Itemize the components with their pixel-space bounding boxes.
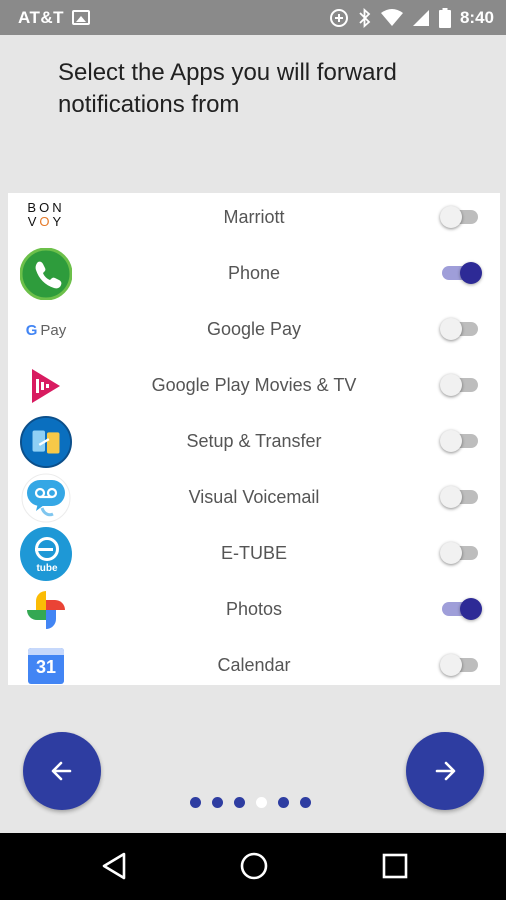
- app-toggle[interactable]: [440, 597, 482, 621]
- page-dot[interactable]: [212, 797, 223, 808]
- etube-icon-label: tube: [36, 563, 58, 574]
- app-list[interactable]: BON VOY Marriott Phone GPay Google Pay: [8, 193, 500, 685]
- page-indicator: [190, 797, 311, 808]
- app-name: Calendar: [217, 654, 291, 675]
- list-item: tube E-TUBE: [8, 525, 500, 581]
- data-saver-icon: [329, 8, 348, 27]
- clock: 8:40: [459, 7, 494, 27]
- next-button[interactable]: [406, 732, 484, 810]
- page-dot[interactable]: [278, 797, 289, 808]
- calendar-icon: 31: [20, 640, 72, 685]
- app-name: Phone: [227, 262, 281, 283]
- back-triangle-icon[interactable]: [101, 851, 127, 881]
- page-dot[interactable]: [234, 797, 245, 808]
- app-toggle[interactable]: [440, 373, 482, 397]
- app-name: Photos: [225, 598, 283, 619]
- app-toggle[interactable]: [440, 653, 482, 677]
- calendar-icon-date: 31: [35, 657, 57, 677]
- list-item: Google Play Movies & TV: [8, 357, 500, 413]
- app-name: Google Pay: [206, 318, 302, 339]
- list-item: BON VOY Marriott: [8, 193, 500, 245]
- page-dot[interactable]: [300, 797, 311, 808]
- gallery-icon: [72, 10, 91, 25]
- recents-square-icon[interactable]: [381, 851, 409, 881]
- app-toggle[interactable]: [440, 485, 482, 509]
- home-circle-icon[interactable]: [239, 851, 269, 881]
- app-toggle[interactable]: [440, 429, 482, 453]
- app-name: E-TUBE: [220, 542, 287, 563]
- signal-icon: [412, 9, 429, 26]
- system-nav-bar: [0, 833, 506, 900]
- marriott-bonvoy-icon: BON VOY: [27, 200, 65, 229]
- battery-icon: [438, 7, 451, 28]
- carrier-label: AT&T: [18, 7, 65, 27]
- wifi-icon: [380, 8, 403, 26]
- status-bar: AT&T 8:40: [0, 0, 506, 35]
- list-item: Phone: [8, 245, 500, 301]
- play-movies-icon: [20, 360, 72, 412]
- app-toggle[interactable]: [440, 205, 482, 229]
- phone-icon: [20, 248, 72, 300]
- list-item: Setup & Transfer: [8, 413, 500, 469]
- google-pay-icon-label: Pay: [40, 321, 67, 339]
- app-name: Marriott: [223, 206, 285, 227]
- list-item: Visual Voicemail: [8, 469, 500, 525]
- google-pay-icon: G Pay: [25, 321, 67, 339]
- arrow-right-icon: [435, 761, 456, 781]
- list-item: G Pay Google Pay: [8, 301, 500, 357]
- arrow-left-icon: [51, 761, 72, 781]
- google-photos-icon: [20, 584, 72, 636]
- app-toggle[interactable]: [440, 261, 482, 285]
- page-title: Select the Apps you will forward notific…: [58, 59, 397, 118]
- list-item: 31 Calendar: [8, 637, 500, 685]
- app-name: Visual Voicemail: [188, 486, 320, 507]
- page-dot[interactable]: [190, 797, 201, 808]
- app-name: Setup & Transfer: [186, 430, 322, 451]
- app-toggle[interactable]: [440, 317, 482, 341]
- app-toggle[interactable]: [440, 541, 482, 565]
- visual-voicemail-icon: [20, 472, 72, 524]
- page-dot-active[interactable]: [256, 797, 267, 808]
- list-item: Photos: [8, 581, 500, 637]
- status-icons: 8:40: [329, 7, 494, 28]
- app-name: Google Play Movies & TV: [151, 374, 357, 395]
- setup-transfer-icon: [20, 416, 72, 468]
- back-button[interactable]: [23, 732, 101, 810]
- bluetooth-icon: [359, 7, 371, 28]
- etube-icon: tube: [20, 527, 72, 581]
